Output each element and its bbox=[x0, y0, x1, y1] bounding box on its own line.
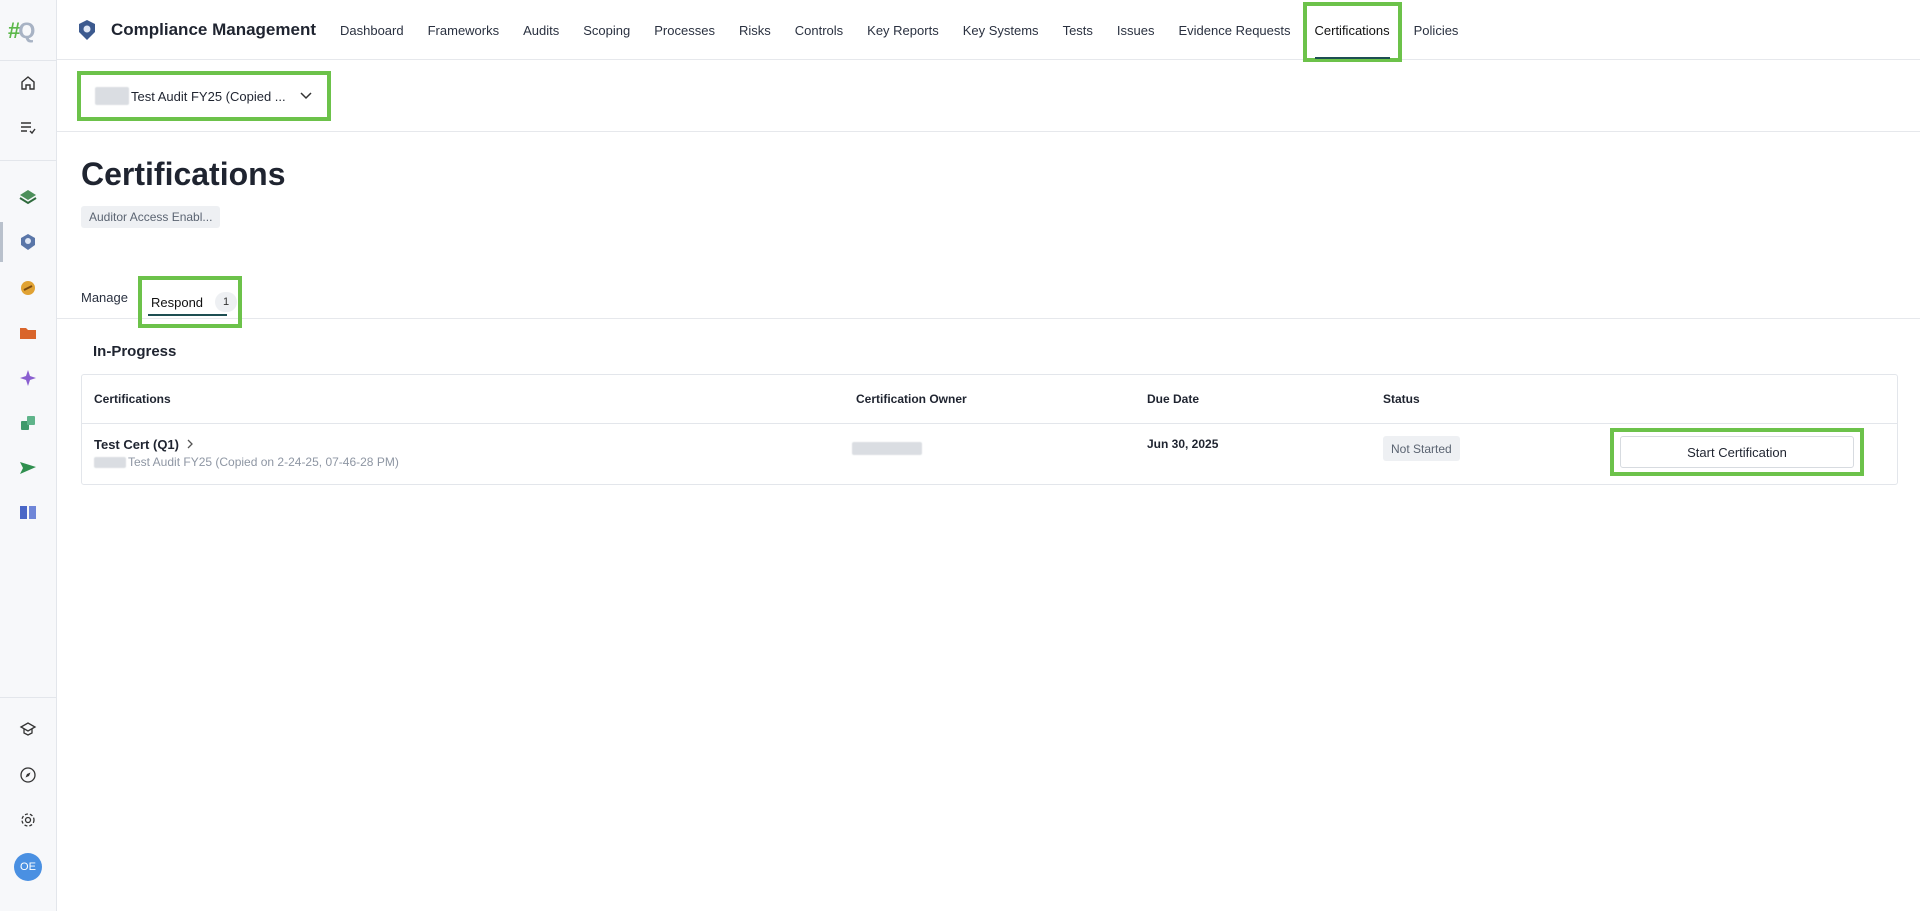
sidebar-divider bbox=[0, 160, 56, 161]
col-certifications: Certifications bbox=[94, 392, 171, 406]
nav-issues[interactable]: Issues bbox=[1105, 0, 1167, 60]
nav-key-systems[interactable]: Key Systems bbox=[951, 0, 1051, 60]
nav-policies[interactable]: Policies bbox=[1402, 0, 1471, 60]
sidebar-divider bbox=[0, 697, 56, 698]
nav-dashboard[interactable]: Dashboard bbox=[328, 0, 416, 60]
col-status: Status bbox=[1383, 392, 1420, 406]
auditor-access-badge: Auditor Access Enabl... bbox=[81, 206, 221, 228]
folder-app-icon[interactable] bbox=[14, 319, 42, 347]
risk-app-icon[interactable] bbox=[14, 274, 42, 302]
cert-owner-redacted bbox=[852, 442, 922, 460]
user-avatar[interactable]: OE bbox=[14, 853, 42, 881]
nav-key-reports[interactable]: Key Reports bbox=[855, 0, 951, 60]
nav-processes[interactable]: Processes bbox=[642, 0, 727, 60]
nav-items: Dashboard Frameworks Audits Scoping Proc… bbox=[328, 0, 1471, 62]
nav-audits[interactable]: Audits bbox=[511, 0, 571, 60]
table-header: Certifications Certification Owner Due D… bbox=[82, 375, 1897, 424]
sparkle-app-icon[interactable] bbox=[14, 364, 42, 392]
app-title: Compliance Management bbox=[111, 20, 316, 39]
status-badge: Not Started bbox=[1383, 436, 1460, 461]
nav-certifications[interactable]: Certifications bbox=[1302, 0, 1402, 62]
chevron-down-icon bbox=[300, 87, 312, 105]
gear-icon[interactable] bbox=[14, 806, 42, 834]
compliance-badge-icon[interactable] bbox=[14, 228, 42, 256]
cert-name: Test Cert (Q1) bbox=[94, 437, 179, 452]
audit-selector-value: Test Audit FY25 (Copied ... bbox=[131, 88, 286, 104]
sidebar-active-indicator bbox=[0, 222, 3, 262]
learning-icon[interactable] bbox=[14, 715, 42, 743]
due-date: Jun 30, 2025 bbox=[1147, 437, 1219, 451]
tabs: Manage Respond 1 bbox=[57, 276, 1920, 328]
page-title: Certifications bbox=[81, 156, 286, 192]
highlight-box: Start Certification bbox=[1610, 428, 1864, 476]
compliance-logo-icon bbox=[77, 19, 97, 46]
tab-active-underline bbox=[148, 314, 227, 316]
highlight-box bbox=[1302, 2, 1402, 62]
tab-respond-count-badge: 1 bbox=[215, 292, 238, 312]
redacted-prefix bbox=[94, 456, 126, 468]
book-app-icon[interactable] bbox=[14, 498, 42, 526]
nav-scoping[interactable]: Scoping bbox=[571, 0, 642, 60]
chevron-right-icon bbox=[187, 438, 194, 452]
tab-manage[interactable]: Manage bbox=[81, 276, 128, 319]
cert-audit-subtitle: Test Audit FY25 (Copied on 2-24-25, 07-4… bbox=[94, 455, 399, 469]
compass-icon[interactable] bbox=[14, 761, 42, 789]
home-icon[interactable] bbox=[14, 69, 42, 97]
left-sidebar: #Q OE bbox=[0, 0, 57, 911]
col-owner: Certification Owner bbox=[856, 392, 967, 406]
table-row: Test Cert (Q1) Test Audit FY25 (Copied o… bbox=[82, 424, 1897, 484]
nav-tests[interactable]: Tests bbox=[1051, 0, 1105, 60]
audit-selector-dropdown[interactable]: Test Audit FY25 (Copied ... bbox=[77, 71, 331, 121]
nav-evidence-requests[interactable]: Evidence Requests bbox=[1166, 0, 1302, 60]
certifications-table: Certifications Certification Owner Due D… bbox=[81, 374, 1898, 485]
audit-selector-bar: Test Audit FY25 (Copied ... bbox=[57, 60, 1920, 132]
send-app-icon[interactable] bbox=[14, 454, 42, 482]
sidebar-divider bbox=[0, 60, 56, 61]
sync-app-icon[interactable] bbox=[14, 409, 42, 437]
layers-app-icon[interactable] bbox=[14, 183, 42, 211]
nav-frameworks[interactable]: Frameworks bbox=[416, 0, 512, 60]
start-certification-button[interactable]: Start Certification bbox=[1620, 436, 1854, 468]
tab-respond-label: Respond bbox=[151, 294, 204, 310]
nav-controls[interactable]: Controls bbox=[783, 0, 855, 60]
task-list-icon[interactable] bbox=[14, 113, 42, 141]
nav-risks[interactable]: Risks bbox=[727, 0, 783, 60]
cert-audit-name: Test Audit FY25 (Copied on 2-24-25, 07-4… bbox=[128, 455, 399, 469]
top-navigation: Compliance Management Dashboard Framewor… bbox=[57, 0, 1920, 62]
cert-name-link[interactable]: Test Cert (Q1) bbox=[94, 437, 194, 452]
app-logo[interactable]: #Q bbox=[8, 18, 35, 44]
col-due-date: Due Date bbox=[1147, 392, 1200, 406]
tab-respond[interactable]: Respond 1 bbox=[138, 276, 242, 328]
section-title: In-Progress bbox=[93, 343, 177, 360]
redacted-prefix bbox=[95, 87, 129, 105]
